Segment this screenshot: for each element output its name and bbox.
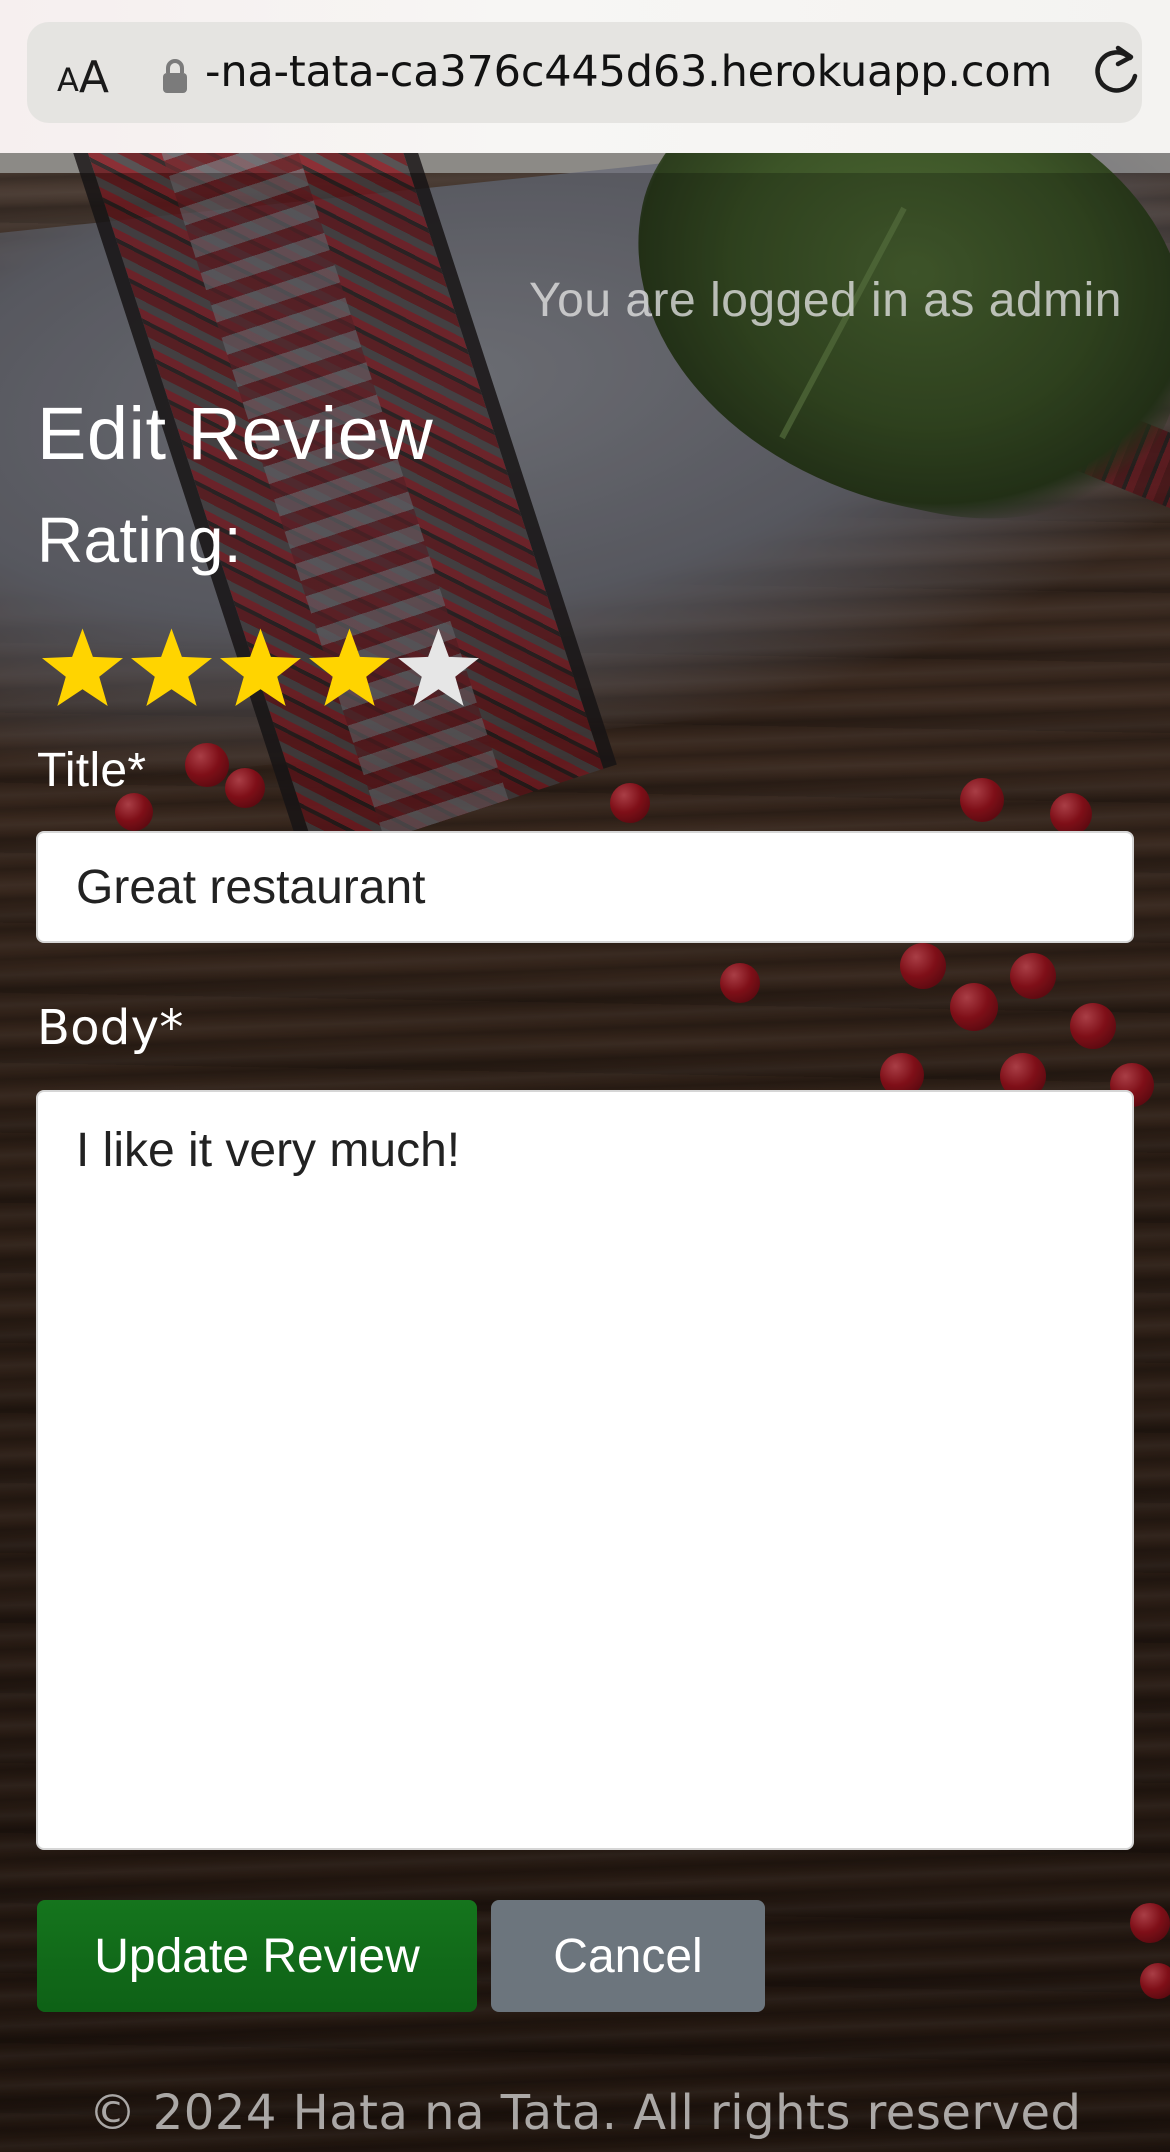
star-empty-icon[interactable]: [394, 625, 483, 713]
url-text: -na-tata-ca376c445d63.herokuapp.com: [205, 47, 1053, 97]
title-label: Title*: [37, 744, 147, 797]
browser-address-bar: AA -na-tata-ca376c445d63.herokuapp.com: [0, 0, 1170, 153]
title-input[interactable]: [36, 831, 1134, 943]
url-field[interactable]: AA -na-tata-ca376c445d63.herokuapp.com: [27, 22, 1142, 123]
star-filled-icon[interactable]: [305, 625, 394, 713]
page-title: Edit Review: [37, 392, 434, 475]
footer-copyright: © 2024 Hata na Tata. All rights reserved: [88, 2085, 1082, 2141]
lock-icon: [163, 59, 187, 93]
body-textarea[interactable]: I like it very much!: [36, 1090, 1134, 1850]
star-rating[interactable]: [38, 625, 483, 713]
logged-in-status: You are logged in as admin: [529, 274, 1122, 327]
body-label: Body*: [37, 1000, 184, 1056]
text-size-small-glyph: A: [57, 61, 79, 99]
star-filled-icon[interactable]: [38, 625, 127, 713]
star-filled-icon[interactable]: [216, 625, 305, 713]
text-size-large-glyph: A: [78, 52, 109, 103]
rating-label: Rating:: [37, 504, 242, 576]
update-review-button[interactable]: Update Review: [37, 1900, 477, 2012]
text-size-button[interactable]: AA: [57, 46, 157, 100]
reload-icon[interactable]: [1087, 42, 1143, 104]
star-filled-icon[interactable]: [127, 625, 216, 713]
cancel-button[interactable]: Cancel: [491, 1900, 765, 2012]
